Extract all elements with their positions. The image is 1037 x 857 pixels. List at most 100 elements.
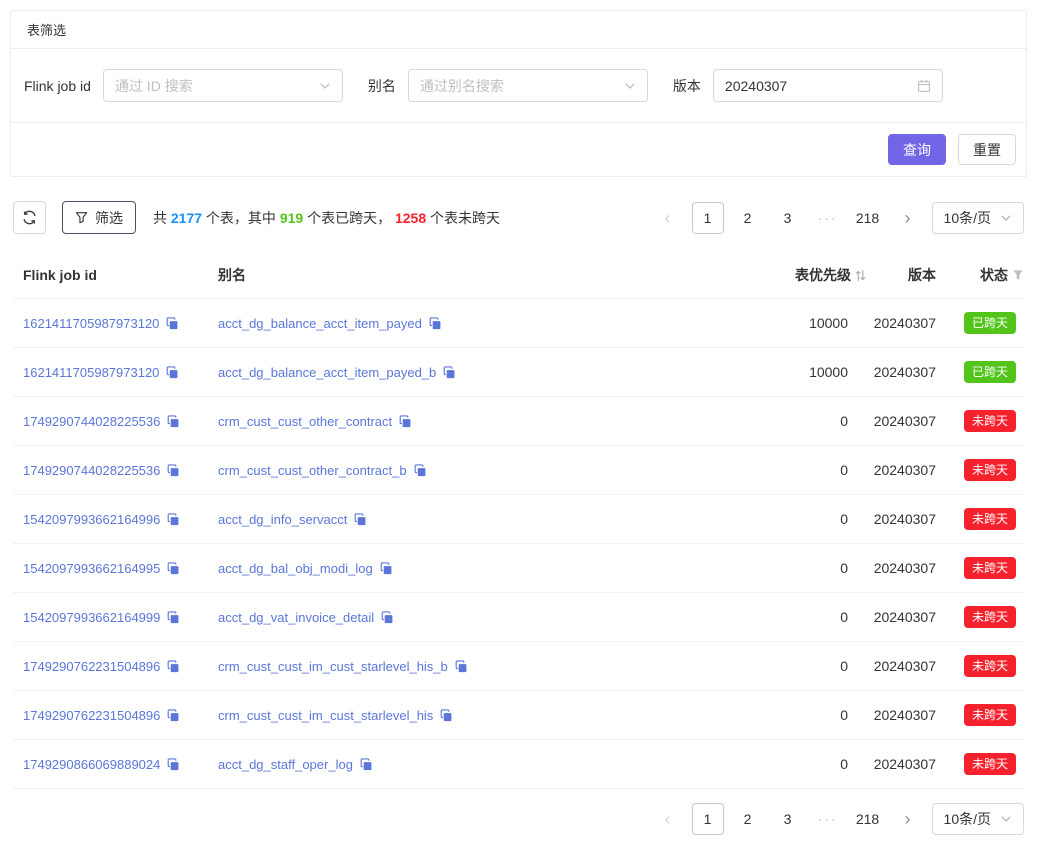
page-button-2[interactable]: 2 xyxy=(732,803,764,835)
page-size-label: 10条/页 xyxy=(944,208,991,228)
table-row: 1749290744028225536 crm_cust_cust_other_… xyxy=(13,397,1024,446)
page-button-3[interactable]: 3 xyxy=(772,803,804,835)
pagination-ellipsis[interactable]: ··· xyxy=(812,811,844,827)
summary-text: 个表未跨天 xyxy=(426,210,500,226)
copy-icon[interactable] xyxy=(166,317,179,330)
alias-select[interactable]: 通过别名搜索 xyxy=(408,69,648,102)
version-cell: 20240307 xyxy=(866,544,936,593)
flink-job-id-link[interactable]: 1749290866069889024 xyxy=(23,757,160,772)
copy-icon[interactable] xyxy=(167,464,180,477)
alias-link[interactable]: crm_cust_cust_other_contract_b xyxy=(218,463,407,478)
version-cell: 20240307 xyxy=(866,593,936,642)
alias-link[interactable]: crm_cust_cust_other_contract xyxy=(218,414,392,429)
page-button-1[interactable]: 1 xyxy=(692,803,724,835)
total-count: 2177 xyxy=(171,210,202,226)
version-label: 版本 xyxy=(673,76,701,96)
table-summary: 共 2177 个表，其中 919 个表已跨天， 1258 个表未跨天 xyxy=(153,208,500,228)
status-badge: 未跨天 xyxy=(964,606,1016,628)
copy-icon[interactable] xyxy=(440,709,453,722)
page-size-select[interactable]: 10条/页 xyxy=(932,202,1024,234)
flink-job-id-link[interactable]: 1542097993662164995 xyxy=(23,561,160,576)
copy-icon[interactable] xyxy=(167,758,180,771)
copy-icon[interactable] xyxy=(360,758,373,771)
alias-link[interactable]: crm_cust_cust_im_cust_starlevel_his xyxy=(218,708,433,723)
flink-tables-table: Flink job id 别名 表优先级 版本 状态 xyxy=(13,252,1024,789)
table-row: 1542097993662164995 acct_dg_bal_obj_modi… xyxy=(13,544,1024,593)
copy-icon[interactable] xyxy=(167,660,180,673)
flink-job-id-link[interactable]: 1749290762231504896 xyxy=(23,708,160,723)
table-row: 1749290762231504896 crm_cust_cust_im_cus… xyxy=(13,642,1024,691)
alias-link[interactable]: acct_dg_info_servacct xyxy=(218,512,347,527)
copy-icon[interactable] xyxy=(167,562,180,575)
copy-icon[interactable] xyxy=(166,366,179,379)
status-badge: 已跨天 xyxy=(964,361,1016,383)
priority-cell: 10000 xyxy=(696,299,866,348)
copy-icon[interactable] xyxy=(167,415,180,428)
copy-icon[interactable] xyxy=(399,415,412,428)
toolbar: 筛选 共 2177 个表，其中 919 个表已跨天， 1258 个表未跨天 ‹ … xyxy=(13,201,1024,234)
alias-label: 别名 xyxy=(368,76,396,96)
version-cell: 20240307 xyxy=(866,642,936,691)
refresh-button[interactable] xyxy=(13,201,46,234)
crossed-count: 919 xyxy=(280,210,303,226)
bottom-pagination-bar: ‹ 1 2 3 ··· 218 › 10条/页 xyxy=(13,803,1024,835)
status-badge: 未跨天 xyxy=(964,704,1016,726)
flink-job-id-link[interactable]: 1621411705987973120 xyxy=(23,316,159,331)
page-button-3[interactable]: 3 xyxy=(772,202,804,234)
version-date-picker[interactable] xyxy=(713,69,943,102)
flink-job-id-link[interactable]: 1621411705987973120 xyxy=(23,365,159,380)
priority-cell: 0 xyxy=(696,691,866,740)
summary-text: 共 xyxy=(153,210,171,226)
page-button-2[interactable]: 2 xyxy=(732,202,764,234)
flink-job-id-select[interactable]: 通过 ID 搜索 xyxy=(103,69,343,102)
flink-job-id-link[interactable]: 1749290762231504896 xyxy=(23,659,160,674)
copy-icon[interactable] xyxy=(429,317,442,330)
version-cell: 20240307 xyxy=(866,397,936,446)
priority-cell: 0 xyxy=(696,642,866,691)
priority-cell: 0 xyxy=(696,397,866,446)
copy-icon[interactable] xyxy=(455,660,468,673)
page-size-select[interactable]: 10条/页 xyxy=(932,803,1024,835)
query-button[interactable]: 查询 xyxy=(888,134,946,165)
chevron-down-icon xyxy=(319,80,331,92)
next-page-button[interactable]: › xyxy=(892,803,924,835)
version-date-input[interactable] xyxy=(725,78,917,94)
copy-icon[interactable] xyxy=(414,464,427,477)
filter-funnel-icon[interactable] xyxy=(1012,269,1024,281)
uncrossed-count: 1258 xyxy=(395,210,426,226)
flink-job-id-link[interactable]: 1542097993662164999 xyxy=(23,610,160,625)
summary-text: 个表已跨天， xyxy=(303,210,395,226)
page-button-1[interactable]: 1 xyxy=(692,202,724,234)
copy-icon[interactable] xyxy=(380,562,393,575)
alias-link[interactable]: acct_dg_bal_obj_modi_log xyxy=(218,561,373,576)
alias-link[interactable]: acct_dg_balance_acct_item_payed_b xyxy=(218,365,436,380)
alias-link[interactable]: crm_cust_cust_im_cust_starlevel_his_b xyxy=(218,659,448,674)
copy-icon[interactable] xyxy=(167,611,180,624)
flink-job-id-link[interactable]: 1749290744028225536 xyxy=(23,414,160,429)
copy-icon[interactable] xyxy=(381,611,394,624)
alias-link[interactable]: acct_dg_vat_invoice_detail xyxy=(218,610,374,625)
next-page-button[interactable]: › xyxy=(892,202,924,234)
pagination-ellipsis[interactable]: ··· xyxy=(812,210,844,226)
copy-icon[interactable] xyxy=(443,366,456,379)
copy-icon[interactable] xyxy=(167,709,180,722)
prev-page-button[interactable]: ‹ xyxy=(652,202,684,234)
page-button-last[interactable]: 218 xyxy=(852,803,884,835)
version-cell: 20240307 xyxy=(866,348,936,397)
alias-link[interactable]: acct_dg_balance_acct_item_payed xyxy=(218,316,422,331)
sort-icon[interactable] xyxy=(855,269,866,282)
reset-button[interactable]: 重置 xyxy=(958,134,1016,165)
page-size-label: 10条/页 xyxy=(944,809,991,829)
flink-job-id-link[interactable]: 1749290744028225536 xyxy=(23,463,160,478)
status-badge: 未跨天 xyxy=(964,508,1016,530)
filter-button[interactable]: 筛选 xyxy=(62,201,136,234)
alias-link[interactable]: acct_dg_staff_oper_log xyxy=(218,757,353,772)
column-header-priority[interactable]: 表优先级 xyxy=(696,252,866,299)
status-badge: 已跨天 xyxy=(964,312,1016,334)
flink-job-id-link[interactable]: 1542097993662164996 xyxy=(23,512,160,527)
copy-icon[interactable] xyxy=(354,513,367,526)
page-button-last[interactable]: 218 xyxy=(852,202,884,234)
prev-page-button[interactable]: ‹ xyxy=(652,803,684,835)
priority-cell: 0 xyxy=(696,740,866,789)
copy-icon[interactable] xyxy=(167,513,180,526)
